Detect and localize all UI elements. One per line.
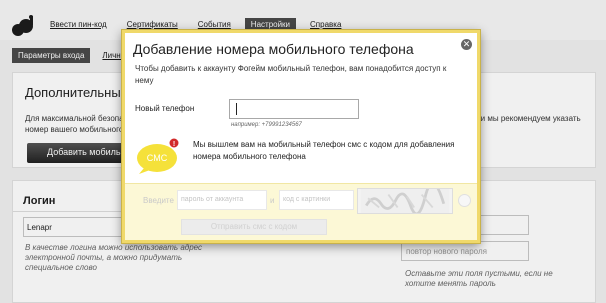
close-icon[interactable]: ✕: [461, 39, 472, 50]
sms-bubble-icon: СМС !: [137, 137, 180, 174]
phone-label: Новый телефон: [135, 104, 195, 113]
dialog-title: Добавление номера мобильного телефона: [133, 41, 414, 57]
add-phone-dialog: Добавление номера мобильного телефона ✕ …: [122, 30, 480, 243]
sms-bubble-text: СМС: [147, 153, 168, 163]
dialog-description: Чтобы добавить к аккаунту Фогейм мобильн…: [135, 64, 447, 85]
text-caret: [236, 103, 237, 115]
phone-example: например: +79991234567: [231, 122, 302, 128]
captcha-image: [357, 188, 453, 214]
code-label: Введите: [143, 196, 174, 205]
account-password-input[interactable]: пароль от аккаунта: [177, 190, 267, 210]
captcha-code-input[interactable]: код с картинки: [279, 190, 354, 210]
sms-badge: !: [173, 141, 175, 148]
refresh-captcha-icon[interactable]: [458, 194, 471, 207]
and-label: и: [270, 196, 275, 205]
send-sms-button[interactable]: Отправить смс с кодом: [181, 219, 327, 235]
phone-input[interactable]: [229, 99, 359, 119]
sms-message: Мы вышлем вам на мобильный телефон смс с…: [193, 140, 455, 161]
